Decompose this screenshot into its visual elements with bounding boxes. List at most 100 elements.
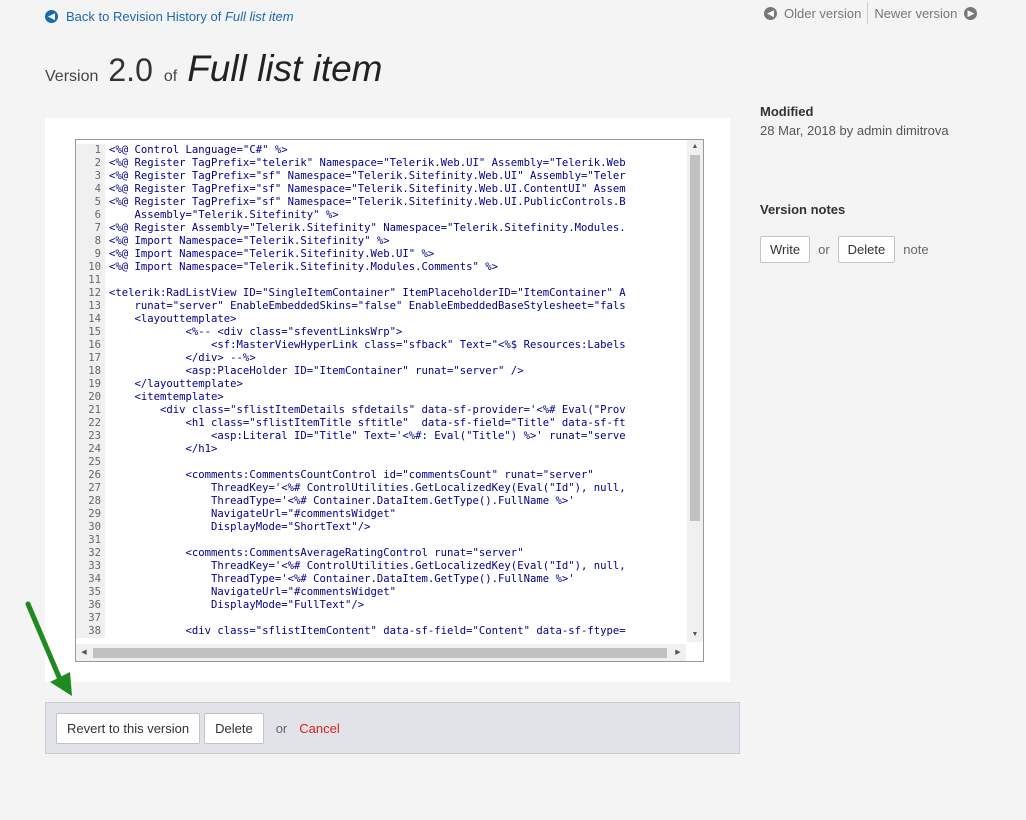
line-number: 30 bbox=[76, 521, 105, 534]
or-text: or bbox=[275, 720, 288, 736]
code-line: 35 NavigateUrl="#commentsWidget" bbox=[76, 586, 686, 599]
newer-version-link[interactable]: Newer version ▶ bbox=[868, 6, 983, 21]
line-number: 11 bbox=[76, 274, 105, 287]
version-notes-label: Version notes bbox=[760, 202, 846, 217]
code-line: 9 <%@ Import Namespace="Telerik.Sitefinit… bbox=[76, 248, 686, 261]
code-line: 34 ThreadType='<%# Container.DataItem.Ge… bbox=[76, 573, 686, 586]
arrow-left-circle-icon: ◀ bbox=[45, 10, 58, 23]
code-text: <div class="sflistItemContent" data-sf-f… bbox=[109, 625, 626, 637]
back-to-revision-history-link[interactable]: ◀ Back to Revision History of Full list … bbox=[45, 9, 294, 24]
arrow-right-circle-icon: ▶ bbox=[964, 6, 978, 20]
code-line: 12 <telerik:RadListView ID="SingleItemCon… bbox=[76, 287, 686, 300]
cancel-link[interactable]: Cancel bbox=[299, 721, 339, 736]
vertical-scroll-thumb[interactable] bbox=[690, 155, 700, 521]
back-link-item-name: Full list item bbox=[224, 9, 294, 24]
line-number: 15 bbox=[76, 326, 105, 339]
code-text: <telerik:RadListView ID="SingleItemConta… bbox=[109, 287, 626, 299]
revert-to-version-button[interactable]: Revert to this version bbox=[56, 712, 201, 744]
code-line: 14 <layouttemplate> bbox=[76, 313, 686, 326]
line-number: 22 bbox=[76, 417, 105, 430]
code-line: 5 <%@ Register TagPrefix="sf" Namespace="… bbox=[76, 196, 686, 209]
line-number: 7 bbox=[76, 222, 105, 235]
line-number: 23 bbox=[76, 430, 105, 443]
code-line: 8 <%@ Import Namespace="Telerik.Sitefinit… bbox=[76, 235, 686, 248]
line-number: 1 bbox=[76, 144, 105, 157]
page-title: Version 2.0 of Full list item bbox=[45, 48, 383, 90]
line-number: 17 bbox=[76, 352, 105, 365]
scroll-down-icon[interactable]: ▼ bbox=[687, 628, 703, 642]
code-viewer[interactable]: 1 <%@ Control Language="C#" %> 2 <%@ Regist… bbox=[75, 139, 704, 662]
code-line: 25 bbox=[76, 456, 686, 469]
older-version-link[interactable]: ◀ Older version bbox=[758, 6, 867, 21]
code-text: ThreadKey='<%# ControlUtilities.GetLocal… bbox=[109, 482, 626, 494]
vertical-scrollbar[interactable]: ▲ ▼ bbox=[687, 140, 703, 642]
older-version-label: Older version bbox=[784, 5, 862, 21]
code-line: 27 ThreadKey='<%# ControlUtilities.GetLo… bbox=[76, 482, 686, 495]
code-line: 13 runat="server" EnableEmbeddedSkins="f… bbox=[76, 300, 686, 313]
line-number: 21 bbox=[76, 404, 105, 417]
code-text: </div> --%> bbox=[109, 352, 256, 364]
line-number: 20 bbox=[76, 391, 105, 404]
code-text: <comments:CommentsAverageRatingControl r… bbox=[109, 547, 524, 559]
delete-revision-button[interactable]: Delete bbox=[204, 712, 264, 744]
code-line: 32 <comments:CommentsAverageRatingContro… bbox=[76, 547, 686, 560]
scroll-right-icon[interactable]: ▶ bbox=[670, 644, 686, 661]
code-line: 37 bbox=[76, 612, 686, 625]
line-number: 27 bbox=[76, 482, 105, 495]
code-line: 15 <%-- <div class="sfeventLinksWrp"> bbox=[76, 326, 686, 339]
line-number: 35 bbox=[76, 586, 105, 599]
code-text: runat="server" EnableEmbeddedSkins="fals… bbox=[109, 300, 626, 312]
line-number: 6 bbox=[76, 209, 105, 222]
code-line: 31 bbox=[76, 534, 686, 547]
code-text: ThreadType='<%# Container.DataItem.GetTy… bbox=[109, 573, 575, 585]
code-text: <itemtemplate> bbox=[109, 391, 224, 403]
code-text: <comments:CommentsCountControl id="comme… bbox=[109, 469, 594, 481]
modified-label: Modified bbox=[760, 104, 814, 119]
horizontal-scroll-thumb[interactable] bbox=[93, 648, 667, 658]
code-text: <%@ Register TagPrefix="sf" Namespace="T… bbox=[109, 170, 626, 182]
code-text: ThreadType='<%# Container.DataItem.GetTy… bbox=[109, 495, 575, 507]
code-line: 38 <div class="sflistItemContent" data-s… bbox=[76, 625, 686, 638]
code-text: <%-- <div class="sfeventLinksWrp"> bbox=[109, 326, 403, 338]
line-number: 2 bbox=[76, 157, 105, 170]
code-line: 17 </div> --%> bbox=[76, 352, 686, 365]
line-number: 24 bbox=[76, 443, 105, 456]
line-number: 5 bbox=[76, 196, 105, 209]
code-text: </h1> bbox=[109, 443, 218, 455]
code-text: <%@ Register TagPrefix="sf" Namespace="T… bbox=[109, 196, 626, 208]
note-text: note bbox=[903, 242, 929, 257]
delete-note-button[interactable]: Delete bbox=[837, 236, 896, 263]
back-link-text: Back to Revision History of Full list it… bbox=[66, 9, 294, 24]
line-number: 9 bbox=[76, 248, 105, 261]
code-text: <layouttemplate> bbox=[109, 313, 237, 325]
title-prefix: Version bbox=[45, 68, 99, 85]
line-number: 12 bbox=[76, 287, 105, 300]
code-line: 18 <asp:PlaceHolder ID="ItemContainer" r… bbox=[76, 365, 686, 378]
code-line: 23 <asp:Literal ID="Title" Text='<%#: Ev… bbox=[76, 430, 686, 443]
revision-action-bar: Revert to this version Delete or Cancel bbox=[45, 702, 740, 754]
code-line: 11 bbox=[76, 274, 686, 287]
code-line: 33 ThreadKey='<%# ControlUtilities.GetLo… bbox=[76, 560, 686, 573]
line-number: 16 bbox=[76, 339, 105, 352]
green-arrow-annotation-icon bbox=[25, 601, 72, 696]
code-text: <%@ Import Namespace="Telerik.Sitefinity… bbox=[109, 261, 499, 273]
code-text: </layouttemplate> bbox=[109, 378, 243, 390]
horizontal-scrollbar[interactable]: ◀ ▶ bbox=[76, 644, 686, 661]
code-line: 16 <sf:MasterViewHyperLink class="sfback… bbox=[76, 339, 686, 352]
version-number: 2.0 bbox=[108, 52, 153, 88]
code-text: <%@ Register Assembly="Telerik.Sitefinit… bbox=[109, 222, 626, 234]
line-number: 28 bbox=[76, 495, 105, 508]
write-note-button[interactable]: Write bbox=[760, 236, 811, 263]
code-content: 1 <%@ Control Language="C#" %> 2 <%@ Regist… bbox=[76, 144, 686, 642]
item-name: Full list item bbox=[187, 48, 383, 89]
code-text: <%@ Import Namespace="Telerik.Sitefinity… bbox=[109, 248, 435, 260]
scroll-up-icon[interactable]: ▲ bbox=[687, 140, 703, 154]
line-number: 26 bbox=[76, 469, 105, 482]
code-line: 3 <%@ Register TagPrefix="sf" Namespace="… bbox=[76, 170, 686, 183]
code-text: <%@ Register TagPrefix="telerik" Namespa… bbox=[109, 157, 626, 169]
code-text: <%@ Import Namespace="Telerik.Sitefinity… bbox=[109, 235, 390, 247]
